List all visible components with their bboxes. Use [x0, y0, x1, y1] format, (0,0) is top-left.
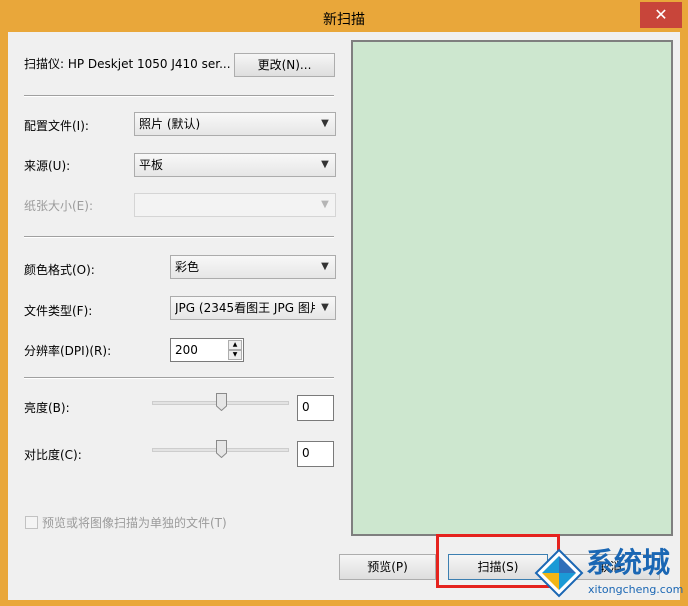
brightness-value: 0: [302, 400, 310, 414]
contrast-slider-thumb[interactable]: [216, 440, 227, 458]
scanner-label: 扫描仪: HP Deskjet 1050 J410 ser...: [24, 57, 231, 71]
chevron-down-icon: ▼: [321, 118, 329, 129]
file-type-value: JPG (2345看图王 JPG 图片: [175, 301, 315, 315]
chevron-down-icon: ▼: [321, 199, 329, 210]
separate-files-label: 预览或将图像扫描为单独的文件(T): [42, 516, 227, 530]
source-value: 平板: [139, 158, 164, 172]
watermark-text: 系统城: [586, 546, 671, 579]
chevron-down-icon: ▼: [321, 159, 329, 170]
watermark-logo: 系统城 xitongcheng.com: [532, 546, 684, 602]
resolution-stepper[interactable]: 200 ▲ ▼: [170, 338, 244, 362]
resolution-value: 200: [175, 343, 198, 357]
brightness-input[interactable]: 0: [297, 395, 334, 421]
paper-size-label: 纸张大小(E):: [24, 199, 93, 213]
dialog-client: 扫描仪: HP Deskjet 1050 J410 ser... 更改(N)..…: [8, 32, 680, 600]
close-button[interactable]: ✕: [640, 2, 682, 28]
preview-button[interactable]: 预览(P): [339, 554, 436, 580]
brightness-label: 亮度(B):: [24, 401, 70, 415]
watermark-url: xitongcheng.com: [588, 583, 684, 596]
source-select[interactable]: 平板 ▼: [134, 153, 336, 177]
brightness-slider-thumb[interactable]: [216, 393, 227, 411]
color-format-value: 彩色: [175, 260, 200, 274]
profile-select[interactable]: 照片 (默认) ▼: [134, 112, 336, 136]
spin-up-icon[interactable]: ▲: [228, 340, 242, 350]
watermark-diamond-icon: [534, 548, 584, 598]
color-format-label: 颜色格式(O):: [24, 263, 95, 277]
change-scanner-button[interactable]: 更改(N)...: [234, 53, 335, 77]
divider: [24, 377, 334, 379]
color-format-select[interactable]: 彩色 ▼: [170, 255, 336, 279]
file-type-select[interactable]: JPG (2345看图王 JPG 图片 ▼: [170, 296, 336, 320]
paper-size-select: ▼: [134, 193, 336, 217]
contrast-input[interactable]: 0: [297, 441, 334, 467]
spin-down-icon[interactable]: ▼: [228, 350, 242, 360]
chevron-down-icon: ▼: [321, 302, 329, 313]
profile-label: 配置文件(I):: [24, 119, 89, 133]
resolution-label: 分辨率(DPI)(R):: [24, 344, 112, 358]
scan-preview-area: [351, 40, 673, 536]
profile-value: 照片 (默认): [139, 117, 201, 131]
close-icon: ✕: [654, 5, 668, 24]
divider: [24, 236, 334, 238]
contrast-label: 对比度(C):: [24, 448, 82, 462]
contrast-value: 0: [302, 446, 310, 460]
file-type-label: 文件类型(F):: [24, 304, 93, 318]
chevron-down-icon: ▼: [321, 261, 329, 272]
separate-files-checkbox[interactable]: [25, 516, 38, 529]
divider: [24, 95, 334, 97]
source-label: 来源(U):: [24, 159, 71, 173]
